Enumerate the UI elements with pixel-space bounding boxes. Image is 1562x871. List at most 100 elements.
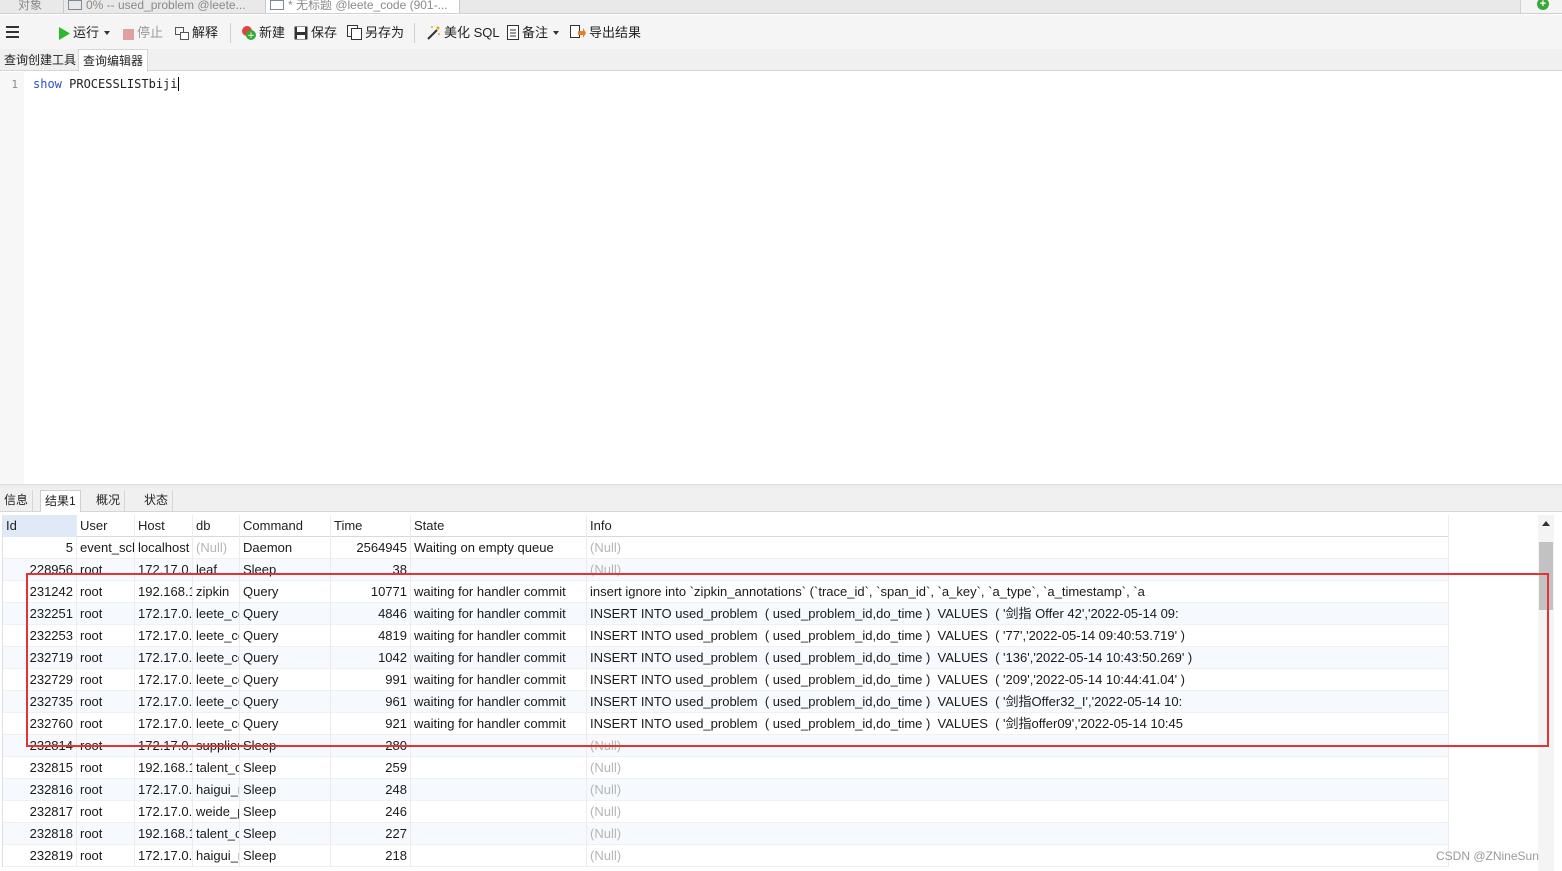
cell-host[interactable]: 192.168.1	[135, 757, 193, 779]
cell-id[interactable]: 5	[3, 537, 77, 559]
cell-time[interactable]: 259	[331, 757, 411, 779]
table-row[interactable]: 232253root172.17.0.1leete_ccQuery4819wai…	[3, 625, 1449, 647]
export-results-button[interactable]: 导出结果	[570, 24, 641, 42]
cell-time[interactable]: 4846	[331, 603, 411, 625]
cell-command[interactable]: Sleep	[240, 823, 331, 845]
cell-time[interactable]: 961	[331, 691, 411, 713]
cell-user[interactable]: root	[77, 669, 135, 691]
column-header-state[interactable]: State	[411, 515, 587, 537]
cell-info[interactable]: INSERT INTO used_problem ( used_problem_…	[587, 603, 1449, 625]
cell-id[interactable]: 232817	[3, 801, 77, 823]
cell-info[interactable]: (Null)	[587, 735, 1449, 757]
cell-command[interactable]: Sleep	[240, 559, 331, 581]
cell-db[interactable]: leete_cc	[193, 603, 240, 625]
cell-db[interactable]: weide_p	[193, 801, 240, 823]
cell-host[interactable]: 172.17.0.1	[135, 845, 193, 867]
cell-time[interactable]: 921	[331, 713, 411, 735]
cell-command[interactable]: Query	[240, 647, 331, 669]
cell-info[interactable]: INSERT INTO used_problem ( used_problem_…	[587, 691, 1449, 713]
cell-info[interactable]: insert ignore into `zipkin_annotations` …	[587, 581, 1449, 603]
column-header-host[interactable]: Host	[135, 515, 193, 537]
cell-host[interactable]: 192.168.1	[135, 823, 193, 845]
cell-db[interactable]: zipkin	[193, 581, 240, 603]
results-scrollbar[interactable]	[1538, 515, 1554, 871]
column-header-user[interactable]: User	[77, 515, 135, 537]
cell-host[interactable]: 172.17.0.1	[135, 559, 193, 581]
column-header-info[interactable]: Info	[587, 515, 1449, 537]
cell-time[interactable]: 4819	[331, 625, 411, 647]
cell-id[interactable]: 231242	[3, 581, 77, 603]
cell-command[interactable]: Query	[240, 691, 331, 713]
cell-id[interactable]: 232816	[3, 779, 77, 801]
table-row[interactable]: 232817root172.17.0.1weide_pSleep246 (Null…	[3, 801, 1449, 823]
new-button[interactable]: + 新建	[241, 24, 285, 42]
cell-id[interactable]: 232729	[3, 669, 77, 691]
cell-command[interactable]: Sleep	[240, 845, 331, 867]
cell-user[interactable]: root	[77, 603, 135, 625]
cell-id[interactable]: 228956	[3, 559, 77, 581]
cell-user[interactable]: root	[77, 647, 135, 669]
cell-db[interactable]: talent_c	[193, 823, 240, 845]
tab-used-problem[interactable]: 0% -- used_problem @leete...	[63, 0, 263, 13]
cell-db[interactable]: haigui_r	[193, 845, 240, 867]
cell-user[interactable]: root	[77, 801, 135, 823]
cell-db[interactable]: leete_cc	[193, 691, 240, 713]
explain-button[interactable]: 解释	[175, 24, 218, 42]
beautify-sql-button[interactable]: 美化 SQL	[426, 24, 500, 42]
cell-state[interactable]	[411, 735, 587, 757]
cell-host[interactable]: 172.17.0.1	[135, 603, 193, 625]
cell-time[interactable]: 248	[331, 779, 411, 801]
table-row[interactable]: 231242 root 192.168.1 zipkin Query 10771 waiti…	[3, 581, 1449, 603]
table-row[interactable]: 232818 root 192.168.1 talent_c Sleep 227 (Null…	[3, 823, 1449, 845]
cell-state[interactable]: waiting for handler commit	[411, 581, 587, 603]
cell-state[interactable]: waiting for handler commit	[411, 625, 587, 647]
cell-user[interactable]: root	[77, 581, 135, 603]
cell-state[interactable]: waiting for handler commit	[411, 647, 587, 669]
cell-host[interactable]: 172.17.0.1	[135, 669, 193, 691]
cell-db[interactable]: leaf	[193, 559, 240, 581]
cell-info[interactable]: (Null)	[587, 845, 1449, 867]
cell-state[interactable]: waiting for handler commit	[411, 691, 587, 713]
table-row[interactable]: 232814root172.17.0.1supplierSleep280 (Nul…	[3, 735, 1449, 757]
cell-id[interactable]: 232253	[3, 625, 77, 647]
cell-command[interactable]: Query	[240, 603, 331, 625]
cell-host[interactable]: 172.17.0.1	[135, 625, 193, 647]
table-row[interactable]: 232816root172.17.0.1haigui_rSleep248 (Nul…	[3, 779, 1449, 801]
cell-time[interactable]: 38	[331, 559, 411, 581]
column-header-command[interactable]: Command	[240, 515, 331, 537]
cell-state[interactable]: Waiting on empty queue	[411, 537, 587, 559]
cell-state[interactable]	[411, 823, 587, 845]
cell-id[interactable]: 232814	[3, 735, 77, 757]
cell-command[interactable]: Query	[240, 581, 331, 603]
cell-db[interactable]: leete_cc	[193, 713, 240, 735]
column-header-db[interactable]: db	[193, 515, 240, 537]
cell-user[interactable]: event_sch	[77, 537, 135, 559]
cell-command[interactable]: Sleep	[240, 735, 331, 757]
scroll-thumb[interactable]	[1539, 542, 1553, 610]
tab-info[interactable]: 信息	[0, 490, 34, 512]
chevron-down-icon[interactable]	[553, 31, 560, 35]
cell-command[interactable]: Sleep	[240, 801, 331, 823]
cell-db[interactable]: leete_cc	[193, 647, 240, 669]
cell-time[interactable]: 227	[331, 823, 411, 845]
cell-user[interactable]: root	[77, 691, 135, 713]
cell-id[interactable]: 232819	[3, 845, 77, 867]
tab-query-builder[interactable]: 查询创建工具	[0, 49, 80, 71]
cell-user[interactable]: root	[77, 735, 135, 757]
cell-info[interactable]: INSERT INTO used_problem ( used_problem_…	[587, 647, 1449, 669]
cell-info[interactable]: (Null)	[587, 559, 1449, 581]
run-button[interactable]: 运行	[58, 24, 111, 42]
cell-time[interactable]: 280	[331, 735, 411, 757]
stop-button[interactable]: 停止	[123, 24, 163, 42]
table-row[interactable]: 232819root172.17.0.1haigui_rSleep218 (Nul…	[3, 845, 1449, 867]
cell-user[interactable]: root	[77, 559, 135, 581]
table-row[interactable]: 232760root172.17.0.1leete_ccQuery921wait…	[3, 713, 1449, 735]
cell-command[interactable]: Daemon	[240, 537, 331, 559]
table-row[interactable]: 232729root172.17.0.1leete_ccQuery991wait…	[3, 669, 1449, 691]
new-tab-button[interactable]: +	[1520, 0, 1562, 13]
cell-host[interactable]: 192.168.1	[135, 581, 193, 603]
cell-host[interactable]: 172.17.0.1	[135, 735, 193, 757]
cell-id[interactable]: 232760	[3, 713, 77, 735]
cell-info[interactable]: INSERT INTO used_problem ( used_problem_…	[587, 669, 1449, 691]
cell-user[interactable]: root	[77, 713, 135, 735]
